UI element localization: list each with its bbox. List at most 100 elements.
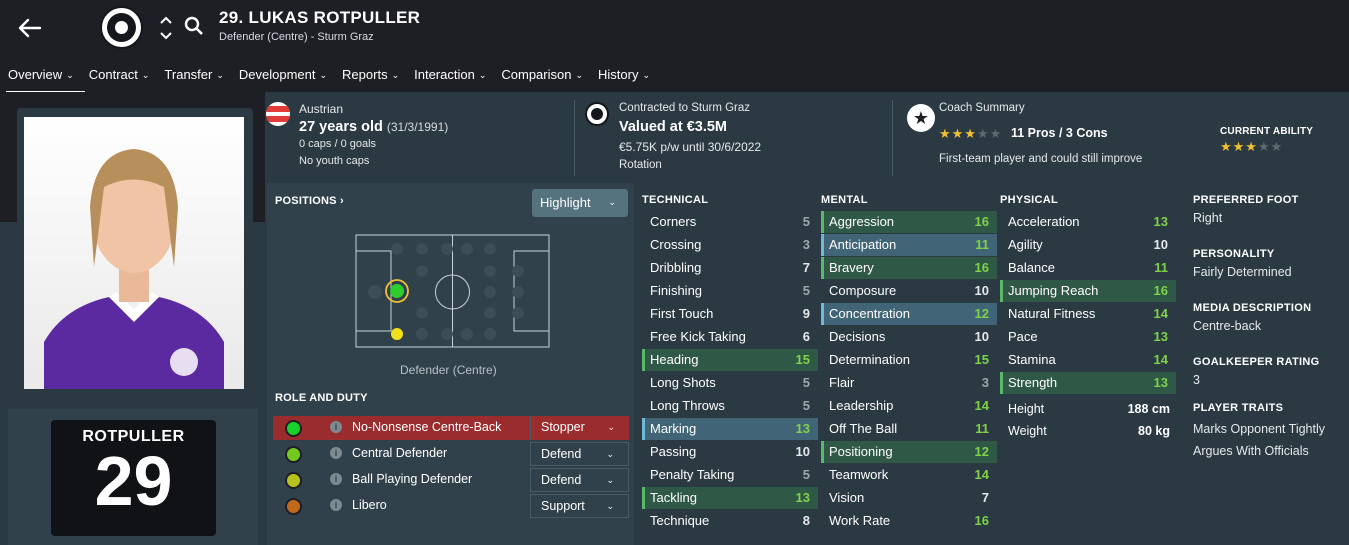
role-name: Central Defender xyxy=(352,446,448,460)
attribute-row[interactable]: Composure 10 xyxy=(821,280,997,302)
attribute-row[interactable]: Leadership 14 xyxy=(821,395,997,417)
attribute-value: 16 xyxy=(974,214,989,229)
attribute-value: 16 xyxy=(1153,283,1168,298)
chevron-down-icon: ⌄ xyxy=(141,70,150,80)
attribute-name: Anticipation xyxy=(829,237,897,252)
attribute-value: 16 xyxy=(974,260,989,275)
duty-dropdown[interactable]: Defend ⌄ xyxy=(530,468,629,492)
role-row[interactable]: i Libero Support ⌄ xyxy=(273,494,629,518)
attribute-row[interactable]: Penalty Taking 5 xyxy=(642,464,818,486)
nav-history[interactable]: History ⌄ xyxy=(590,62,657,92)
nav-reports[interactable]: Reports ⌄ xyxy=(334,62,406,92)
attribute-row[interactable]: Vision 7 xyxy=(821,487,997,509)
info-icon[interactable]: i xyxy=(330,421,342,433)
attribute-row[interactable]: Heading 15 xyxy=(642,349,818,371)
attribute-row[interactable]: Passing 10 xyxy=(642,441,818,463)
attribute-row[interactable]: Technique 8 xyxy=(642,510,818,532)
attribute-name: Balance xyxy=(1008,260,1055,275)
chevron-down-icon: ⌄ xyxy=(66,70,74,80)
attribute-row[interactable]: Agility 10 xyxy=(1000,234,1176,256)
role-row[interactable]: i No-Nonsense Centre-Back Stopper ⌄ xyxy=(273,416,629,440)
attribute-name: Strength xyxy=(1008,375,1058,390)
player-trait[interactable]: Argues With Officials xyxy=(1193,444,1309,458)
attribute-row[interactable]: Strength 13 xyxy=(1000,372,1176,394)
nav-development[interactable]: Development ⌄ xyxy=(231,62,334,92)
attribute-row[interactable]: Flair 3 xyxy=(821,372,997,394)
attribute-row[interactable]: Tackling 13 xyxy=(642,487,818,509)
attribute-name: Teamwork xyxy=(829,467,889,482)
attribute-row[interactable]: Work Rate 16 xyxy=(821,510,997,532)
attribute-row[interactable]: Anticipation 11 xyxy=(821,234,997,256)
duty-dropdown[interactable]: Stopper ⌄ xyxy=(530,416,629,440)
attribute-row[interactable]: Stamina 14 xyxy=(1000,349,1176,371)
player-switch-arrows-icon[interactable] xyxy=(158,14,174,42)
attribute-row[interactable]: Crossing 3 xyxy=(642,234,818,256)
attribute-name: Corners xyxy=(650,214,697,229)
attribute-value: 5 xyxy=(802,375,810,390)
attribute-row[interactable]: Free Kick Taking 6 xyxy=(642,326,818,348)
nav-comparison[interactable]: Comparison ⌄ xyxy=(493,62,590,92)
chevron-down-icon: ⌄ xyxy=(319,70,328,80)
attribute-row[interactable]: Acceleration 13 xyxy=(1000,211,1176,233)
attribute-row[interactable]: Teamwork 14 xyxy=(821,464,997,486)
nav-transfer[interactable]: Transfer ⌄ xyxy=(156,62,230,92)
attribute-row[interactable]: Long Shots 5 xyxy=(642,372,818,394)
info-icon[interactable]: i xyxy=(330,499,342,511)
attribute-row[interactable]: Bravery 16 xyxy=(821,257,997,279)
role-name: Ball Playing Defender xyxy=(352,472,473,486)
info-icon[interactable]: i xyxy=(330,473,342,485)
player-trait[interactable]: Marks Opponent Tightly xyxy=(1193,422,1325,436)
role-row[interactable]: i Central Defender Defend ⌄ xyxy=(273,442,629,466)
chevron-down-icon: ⌄ xyxy=(478,70,487,80)
attribute-value: 13 xyxy=(1153,329,1168,344)
date-of-birth: (31/3/1991) xyxy=(386,120,449,134)
duty-dropdown[interactable]: Defend ⌄ xyxy=(530,442,629,466)
back-arrow-icon[interactable] xyxy=(14,14,44,42)
weight-row: Weight 80 kg xyxy=(1008,424,1170,438)
attribute-value: 10 xyxy=(1153,237,1168,252)
personality-title: PERSONALITY xyxy=(1193,248,1275,260)
pros-cons[interactable]: 11 Pros / 3 Cons xyxy=(1011,126,1108,140)
divider xyxy=(574,100,575,176)
attribute-row[interactable]: Marking 13 xyxy=(642,418,818,440)
attribute-row[interactable]: Balance 11 xyxy=(1000,257,1176,279)
attribute-row[interactable]: Determination 15 xyxy=(821,349,997,371)
attribute-row[interactable]: Positioning 12 xyxy=(821,441,997,463)
international-caps: 0 caps / 0 goals xyxy=(299,138,377,150)
attribute-name: Work Rate xyxy=(829,513,891,528)
attribute-value: 10 xyxy=(974,329,989,344)
attribute-row[interactable]: Off The Ball 11 xyxy=(821,418,997,440)
attribute-row[interactable]: Finishing 5 xyxy=(642,280,818,302)
role-suitability-icon xyxy=(285,420,302,437)
highlight-dropdown[interactable]: Highlight ⌄ xyxy=(532,189,628,217)
attribute-value: 14 xyxy=(974,467,989,482)
duty-dropdown[interactable]: Support ⌄ xyxy=(530,494,629,518)
role-duty-title: ROLE AND DUTY xyxy=(275,392,368,404)
attribute-row[interactable]: Long Throws 5 xyxy=(642,395,818,417)
attribute-row[interactable]: Dribbling 7 xyxy=(642,257,818,279)
player-photo xyxy=(24,117,244,389)
search-icon[interactable] xyxy=(184,16,204,36)
attribute-row[interactable]: Pace 13 xyxy=(1000,326,1176,348)
attribute-name: Long Shots xyxy=(650,375,716,390)
nav-bar: Overview ⌄ Contract ⌄ Transfer ⌄ Developmen… xyxy=(0,62,657,94)
attribute-row[interactable]: Jumping Reach 16 xyxy=(1000,280,1176,302)
nav-contract[interactable]: Contract ⌄ xyxy=(81,62,157,92)
attribute-row[interactable]: Corners 5 xyxy=(642,211,818,233)
attribute-row[interactable]: Concentration 12 xyxy=(821,303,997,325)
attribute-value: 3 xyxy=(802,237,810,252)
attribute-row[interactable]: Natural Fitness 14 xyxy=(1000,303,1176,325)
nav-overview[interactable]: Overview ⌄ xyxy=(0,62,85,94)
role-row[interactable]: i Ball Playing Defender Defend ⌄ xyxy=(273,468,629,492)
role-suitability-icon xyxy=(285,472,302,489)
attribute-row[interactable]: Decisions 10 xyxy=(821,326,997,348)
attribute-row[interactable]: First Touch 9 xyxy=(642,303,818,325)
nav-interaction[interactable]: Interaction ⌄ xyxy=(406,62,493,92)
positions-title[interactable]: POSITIONS › xyxy=(275,195,344,207)
info-icon[interactable]: i xyxy=(330,447,342,459)
media-description: Centre-back xyxy=(1193,319,1262,333)
chevron-down-icon: ⌄ xyxy=(391,70,400,80)
attribute-value: 12 xyxy=(974,306,989,321)
attribute-row[interactable]: Aggression 16 xyxy=(821,211,997,233)
mental-title: MENTAL xyxy=(821,194,868,206)
